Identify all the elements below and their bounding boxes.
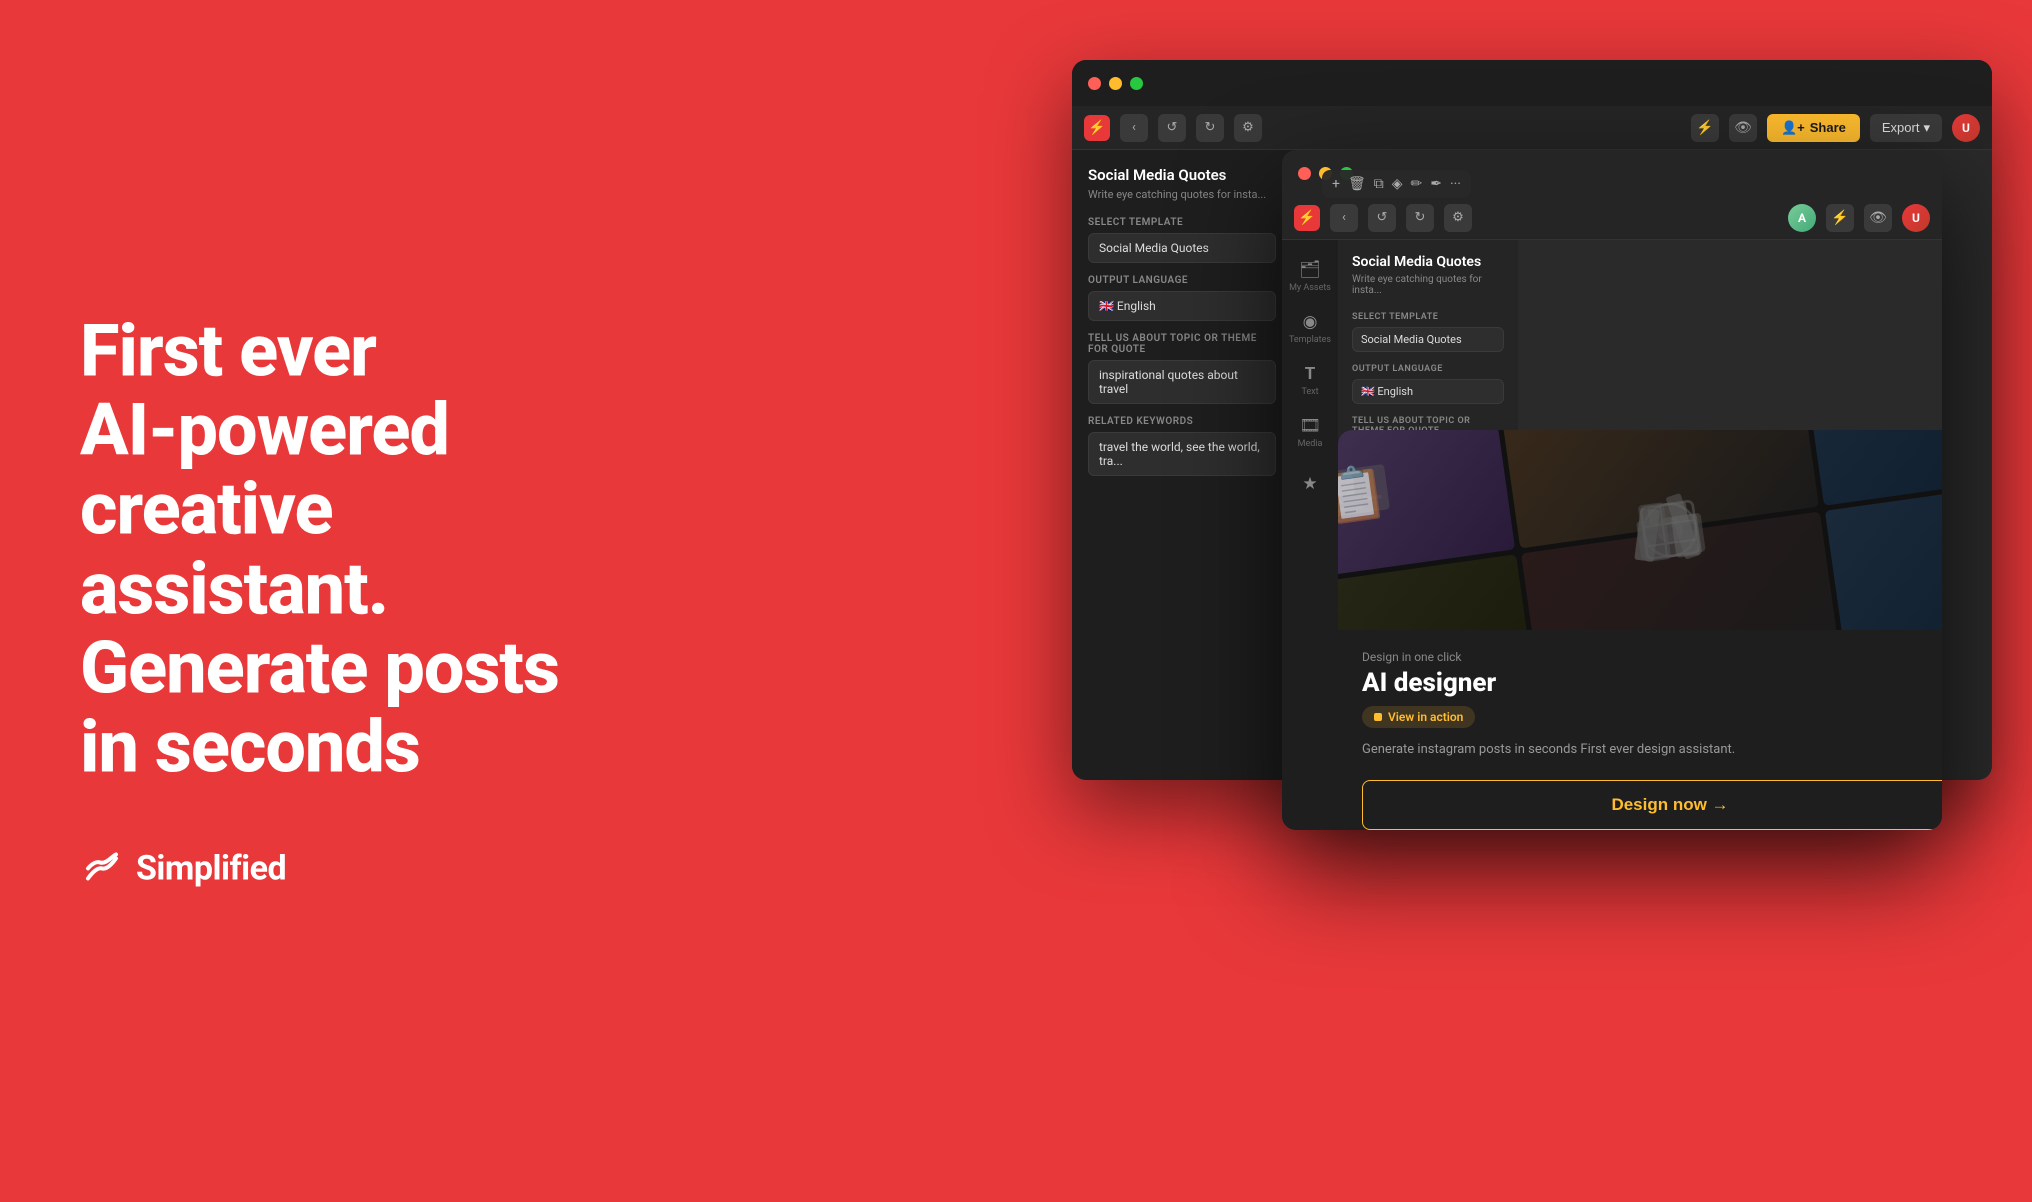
brush-icon[interactable]: ✏	[1411, 176, 1423, 192]
preview-button[interactable]: 👁	[1729, 114, 1757, 142]
ai-popup-info: Design in one click AI designer View in …	[1338, 630, 1942, 830]
sidebar-item-templates[interactable]: ◉ Templates	[1288, 304, 1332, 352]
templates-label: Templates	[1289, 335, 1331, 345]
ai-popup-subtitle: Design in one click	[1362, 650, 1942, 664]
select-template-value[interactable]: Social Media Quotes	[1088, 233, 1276, 263]
delete-icon[interactable]: 🗑	[1348, 176, 1366, 192]
app-logo-front: ⚡	[1294, 205, 1320, 231]
ai-popup-images	[1338, 430, 1942, 630]
pen-icon[interactable]: ✒	[1430, 176, 1442, 192]
ai-popup-title: AI designer	[1362, 668, 1942, 698]
select-template-label-front: SELECT TEMPLATE	[1352, 312, 1504, 322]
ai-popup: Design in one click AI designer View in …	[1338, 430, 1942, 830]
traffic-light-green[interactable]	[1130, 77, 1143, 90]
lightning-button[interactable]: ⚡	[1691, 114, 1719, 142]
assets-icon: 🗂	[1299, 260, 1321, 280]
panel-title-back: Social Media Quotes	[1088, 166, 1276, 184]
traffic-light-red-front[interactable]	[1298, 167, 1311, 180]
keywords-label: RELATED KEYWORDS	[1088, 416, 1276, 427]
diagonal-grid	[1338, 430, 1942, 630]
copy-icon[interactable]: ⧉	[1374, 176, 1384, 192]
text-label: Text	[1301, 387, 1318, 397]
simplified-logo-icon	[80, 847, 124, 891]
panel-subtitle-front: Write eye catching quotes for insta...	[1352, 274, 1504, 296]
topic-label: TELL US ABOUT TOPIC OR THEME FOR QUOTE	[1088, 333, 1276, 355]
more-icon[interactable]: ···	[1450, 176, 1461, 192]
select-template-label: SELECT TEMPLATE	[1088, 217, 1276, 228]
sidebar-item-favorites[interactable]: ★	[1288, 460, 1332, 508]
settings-button[interactable]: ⚙	[1234, 114, 1262, 142]
simplified-logo-text: Simplified	[136, 849, 286, 889]
artboard-toolbar: + 🗑 ⧉ ◈ ✏ ✒ ···	[1322, 170, 1471, 198]
select-template-value-front[interactable]: Social Media Quotes	[1352, 327, 1504, 352]
left-content: First ever AI-powered creative assistant…	[80, 311, 600, 890]
output-language-value-front[interactable]: 🇬🇧 English	[1352, 379, 1504, 404]
redo-button[interactable]: ↻	[1196, 114, 1224, 142]
lightning-front[interactable]: ⚡	[1826, 204, 1854, 232]
panel-subtitle-back: Write eye catching quotes for insta...	[1088, 188, 1276, 201]
keywords-value[interactable]: travel the world, see the world, tra...	[1088, 432, 1276, 476]
add-icon[interactable]: +	[1332, 176, 1340, 192]
undo-button[interactable]: ↺	[1158, 114, 1186, 142]
favorites-icon: ★	[1302, 474, 1317, 494]
share-icon: 👤+	[1781, 120, 1805, 136]
design-now-button[interactable]: Design now →	[1362, 780, 1942, 830]
browser-titlebar-back	[1072, 60, 1992, 106]
templates-icon: ◉	[1303, 312, 1318, 332]
user-profile-front[interactable]: U	[1902, 204, 1930, 232]
assets-label: My Assets	[1289, 283, 1331, 293]
sidebar-front: 🗂 My Assets ◉ Templates T Text 🎞 Media ★	[1282, 240, 1338, 830]
redo-button-front[interactable]: ↻	[1406, 204, 1434, 232]
sidebar-item-text[interactable]: T Text	[1288, 356, 1332, 404]
settings-button-front[interactable]: ⚙	[1444, 204, 1472, 232]
left-panel-back: Social Media Quotes Write eye catching q…	[1072, 150, 1292, 780]
traffic-light-red[interactable]	[1088, 77, 1101, 90]
user-avatar-back[interactable]: U	[1952, 114, 1980, 142]
media-icon: 🎞	[1299, 416, 1321, 436]
front-browser-window: ⚡ ‹ ↺ ↻ ⚙ A ⚡ 👁 U 🗂 My Assets ◉ Template…	[1282, 150, 1942, 830]
ai-popup-badge: View in action	[1362, 706, 1475, 728]
media-label: Media	[1298, 439, 1323, 449]
app-logo-back: ⚡	[1084, 115, 1110, 141]
grid-cell-6	[1825, 469, 1942, 630]
ai-popup-desc: Generate instagram posts in seconds Firs…	[1362, 740, 1942, 760]
output-language-value[interactable]: 🇬🇧 English	[1088, 291, 1276, 321]
user-avatar-front[interactable]: A	[1788, 204, 1816, 232]
eye-front[interactable]: 👁	[1864, 204, 1892, 232]
simplified-logo: Simplified	[80, 847, 600, 891]
share-button[interactable]: 👤+ Share	[1767, 114, 1860, 142]
back-button[interactable]: ‹	[1120, 114, 1148, 142]
headline: First ever AI-powered creative assistant…	[80, 311, 600, 786]
badge-icon	[1374, 713, 1382, 721]
text-icon: T	[1305, 364, 1316, 384]
sidebar-item-assets[interactable]: 🗂 My Assets	[1288, 252, 1332, 300]
export-button[interactable]: Export ▾	[1870, 114, 1942, 142]
badge-label: View in action	[1388, 710, 1463, 724]
browser-toolbar-back: ⚡ ‹ ↺ ↻ ⚙ ⚡ 👁 👤+ Share Export ▾ U	[1072, 106, 1992, 150]
undo-button-front[interactable]: ↺	[1368, 204, 1396, 232]
panel-title-front: Social Media Quotes	[1352, 254, 1504, 270]
traffic-light-yellow[interactable]	[1109, 77, 1122, 90]
sidebar-item-media[interactable]: 🎞 Media	[1288, 408, 1332, 456]
topic-value[interactable]: inspirational quotes about travel	[1088, 360, 1276, 404]
fill-icon[interactable]: ◈	[1392, 176, 1403, 192]
output-language-label-front: OUTPUT LANGUAGE	[1352, 364, 1504, 374]
output-language-label: OUTPUT LANGUAGE	[1088, 275, 1276, 286]
back-button-front[interactable]: ‹	[1330, 204, 1358, 232]
browser-toolbar-front: ⚡ ‹ ↺ ↻ ⚙ A ⚡ 👁 U	[1282, 196, 1942, 240]
